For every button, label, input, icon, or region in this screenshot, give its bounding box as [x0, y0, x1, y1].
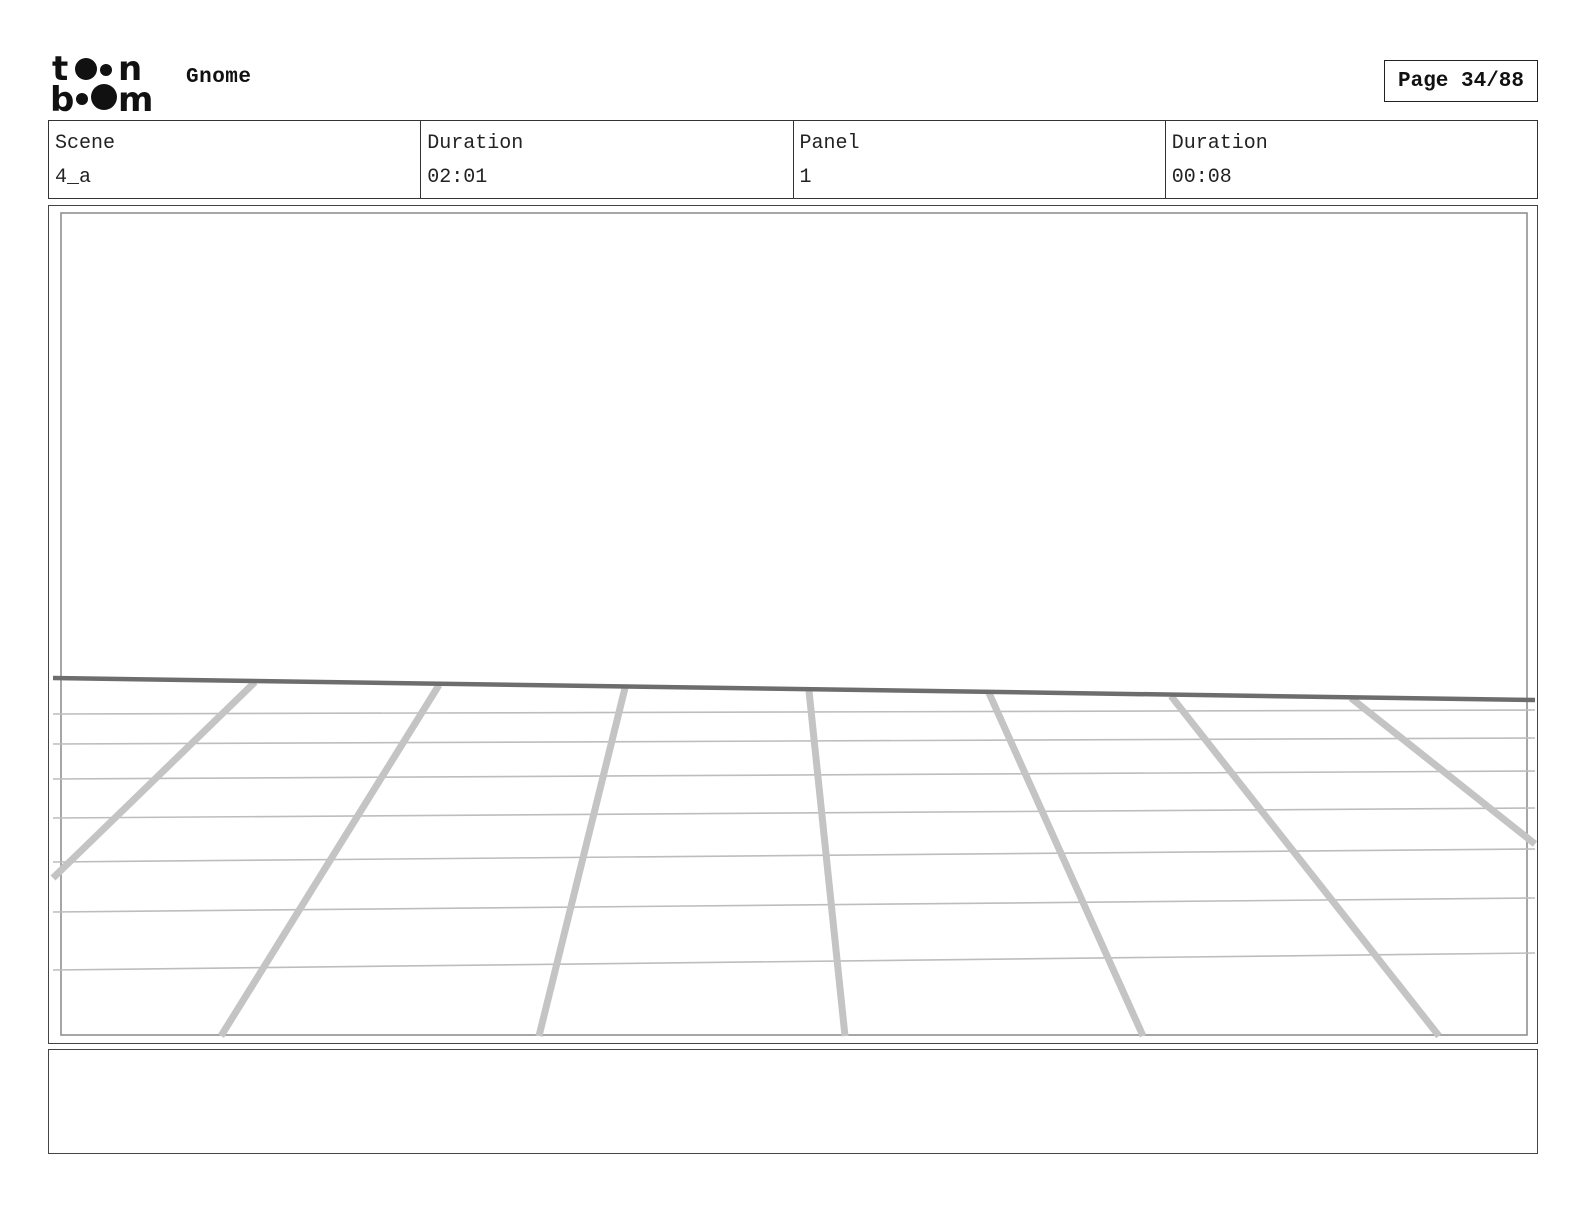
- horizon-line: [52, 675, 1536, 703]
- panel-drawing: [50, 212, 1538, 1039]
- panel-duration-cell: Duration 00:08: [1164, 121, 1537, 198]
- scene-info-bar: Scene 4_a Duration 02:01 Panel 1 Duratio…: [48, 120, 1538, 199]
- floor-grid-vertical: [50, 679, 1538, 1039]
- page-counter: Page 34/88: [1384, 60, 1538, 102]
- scene-duration-label: Duration: [427, 132, 524, 155]
- scene-duration-cell: Duration 02:01: [420, 121, 792, 198]
- panel-duration-value: 00:08: [1171, 166, 1232, 189]
- panel-duration-label: Duration: [1171, 132, 1268, 155]
- svg-text:m: m: [118, 80, 153, 114]
- storyboard-panel: [48, 205, 1538, 1044]
- safe-area-frame: [60, 212, 1528, 1036]
- floor-grid-horizontal: [52, 709, 1536, 971]
- panel-value: 1: [799, 166, 812, 189]
- toon-boom-logo: t n b m: [50, 50, 153, 114]
- notes-box: [48, 1049, 1538, 1154]
- scene-duration-value: 02:01: [427, 166, 488, 189]
- project-title: Gnome: [186, 66, 252, 89]
- scene-value: 4_a: [55, 166, 92, 189]
- scene-cell: Scene 4_a: [49, 121, 420, 198]
- panel-label: Panel: [799, 132, 860, 155]
- panel-cell: Panel 1: [792, 121, 1165, 198]
- scene-label: Scene: [55, 132, 116, 155]
- svg-text:b: b: [50, 80, 74, 114]
